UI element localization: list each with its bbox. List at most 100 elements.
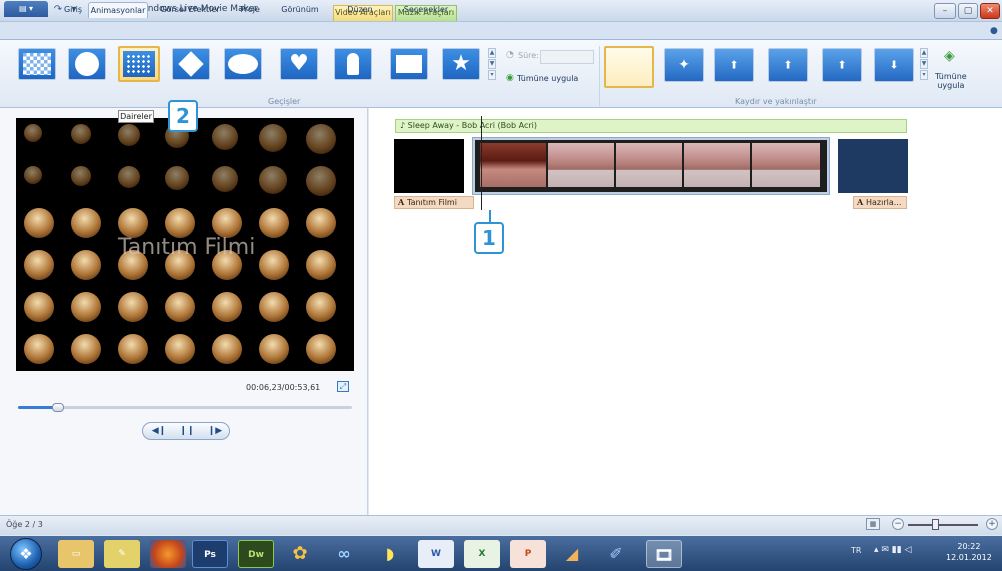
pan-expand[interactable]: ▾ — [920, 70, 928, 80]
fullscreen-icon[interactable]: ⤢ — [337, 381, 349, 392]
zoom-slider-thumb[interactable] — [932, 519, 939, 530]
pan-up-2[interactable]: ⬆ — [768, 48, 808, 82]
transition-circle-mask — [118, 124, 140, 146]
pan-up-1[interactable]: ⬆ — [714, 48, 754, 82]
transition-keyhole[interactable] — [334, 48, 372, 80]
pan-scroll-down[interactable]: ▼ — [920, 59, 928, 69]
arrow-up-icon: ⬆ — [837, 58, 847, 72]
transition-circle-mask — [165, 208, 195, 238]
tab-gorsel-efektler[interactable]: Görsel Efektler — [156, 2, 224, 18]
apply-all-pan-button[interactable]: Tümüne uygula — [935, 72, 967, 90]
pan-up-3[interactable]: ⬆ — [822, 48, 862, 82]
keyhole-icon — [347, 53, 359, 75]
transition-dots[interactable] — [118, 46, 160, 82]
clip-title[interactable] — [394, 139, 464, 193]
tray-icons[interactable]: ▴ ✉ ▮▮ ◁ — [874, 545, 911, 555]
status-bar — [0, 515, 1002, 535]
tab-secenekler[interactable]: Seçenekler — [396, 2, 456, 18]
transition-circle[interactable] — [68, 48, 106, 80]
transition-star[interactable]: ★ — [442, 48, 480, 80]
seek-thumb[interactable] — [52, 403, 65, 412]
transition-circle-mask — [118, 166, 140, 188]
link-icon[interactable]: ∞ — [326, 540, 362, 568]
zoom-in-button[interactable]: + — [986, 518, 998, 530]
firefox-icon[interactable] — [150, 540, 186, 568]
zoom-slider-track[interactable] — [908, 524, 978, 526]
transition-circle-mask — [118, 334, 148, 364]
photoshop-icon[interactable]: Ps — [192, 540, 228, 568]
clock[interactable]: 20:22 12.01.2012 — [946, 541, 992, 563]
clock-time: 20:22 — [957, 542, 981, 551]
arrow-down-icon: ⬇ — [889, 58, 899, 72]
maximize-button[interactable]: ▢ — [958, 3, 978, 19]
transition-circle-mask — [306, 124, 336, 154]
pan-down[interactable]: ⬇ — [874, 48, 914, 82]
transition-circle-mask — [306, 250, 336, 280]
gallery-scroll-down[interactable]: ▼ — [488, 59, 496, 69]
transition-ellipse[interactable] — [224, 48, 262, 80]
tool-icon[interactable]: ◢ — [554, 540, 590, 568]
dots-icon — [126, 54, 152, 74]
tab-giris[interactable]: Giriş — [56, 2, 90, 18]
input-language[interactable]: TR — [851, 546, 861, 555]
minimize-button[interactable]: – — [934, 3, 956, 19]
transition-circle-mask — [71, 334, 101, 364]
media-icon[interactable]: ◗ — [372, 540, 408, 568]
clip-frame — [480, 143, 546, 187]
duration-input[interactable] — [540, 50, 594, 64]
close-button[interactable]: ✕ — [980, 3, 1000, 19]
tab-duzen[interactable]: Düzen — [338, 2, 382, 18]
transition-circle-mask — [212, 208, 242, 238]
gallery-scroll-up[interactable]: ▲ — [488, 48, 496, 58]
paint-icon[interactable]: ✐ — [598, 540, 634, 568]
msn-icon[interactable]: ✿ — [282, 540, 318, 568]
help-icon[interactable]: ● — [990, 26, 998, 36]
tab-gorunum[interactable]: Görünüm — [276, 2, 324, 18]
movie-maker-icon[interactable]: 🎞 — [646, 540, 682, 568]
audio-track[interactable]: ♪ Sleep Away - Bob Acri (Bob Acri) — [395, 119, 907, 133]
excel-icon[interactable]: X — [464, 540, 500, 568]
transition-circle-mask — [212, 334, 242, 364]
thumbnail-size-icon[interactable]: ▦ — [866, 518, 880, 530]
ellipse-icon — [228, 54, 258, 74]
rectangle-icon — [396, 55, 422, 73]
transition-heart[interactable]: ♥ — [280, 48, 318, 80]
apply-all-transitions-button[interactable]: Tümüne uygula — [517, 74, 578, 83]
tab-proje[interactable]: Proje — [232, 2, 268, 18]
dreamweaver-icon[interactable]: Dw — [238, 540, 274, 568]
pan-zoom-wand[interactable]: ✦ — [664, 48, 704, 82]
transition-diamond[interactable] — [172, 48, 210, 80]
transition-circle-mask — [259, 166, 287, 194]
app-menu-button[interactable]: ▤ ▾ — [4, 1, 48, 17]
timecode: 00:06,23/00:53,61 — [246, 383, 321, 392]
caption-tag-1[interactable]: A Tanıtım Filmi — [394, 196, 474, 209]
explorer-icon[interactable]: ▭ — [58, 540, 94, 568]
transition-circle-mask — [306, 292, 336, 322]
pan-scroll-up[interactable]: ▲ — [920, 48, 928, 58]
seek-track[interactable] — [18, 406, 352, 409]
clip-end-title[interactable] — [838, 139, 908, 193]
next-frame-icon[interactable]: ❙▶ — [201, 423, 229, 439]
tab-animasyonlar[interactable]: Animasyonlar — [88, 2, 148, 18]
group-label-transitions: Geçişler — [268, 97, 301, 106]
previous-frame-icon[interactable]: ◀❙ — [145, 423, 173, 439]
circle-icon — [75, 52, 99, 76]
powerpoint-icon[interactable]: P — [510, 540, 546, 568]
notes-icon[interactable]: ✎ — [104, 540, 140, 568]
pan-none[interactable] — [604, 46, 654, 88]
transition-circle-mask — [259, 124, 287, 152]
audio-track-label: Sleep Away - Bob Acri (Bob Acri) — [407, 121, 537, 130]
transition-checker[interactable] — [18, 48, 56, 80]
gallery-expand[interactable]: ▾ — [488, 70, 496, 80]
zoom-out-button[interactable]: − — [892, 518, 904, 530]
start-button[interactable]: ❖ — [10, 538, 42, 570]
pause-icon[interactable]: ❙❙ — [173, 423, 201, 439]
transition-rectangle[interactable] — [390, 48, 428, 80]
caption-tag-2[interactable]: A Hazırla... — [853, 196, 907, 209]
word-icon[interactable]: W — [418, 540, 454, 568]
playhead[interactable] — [481, 116, 482, 210]
text-icon: A — [857, 197, 866, 207]
transition-circle-mask — [306, 166, 336, 196]
transition-circle-mask — [71, 166, 91, 186]
transition-circle-mask — [259, 250, 289, 280]
